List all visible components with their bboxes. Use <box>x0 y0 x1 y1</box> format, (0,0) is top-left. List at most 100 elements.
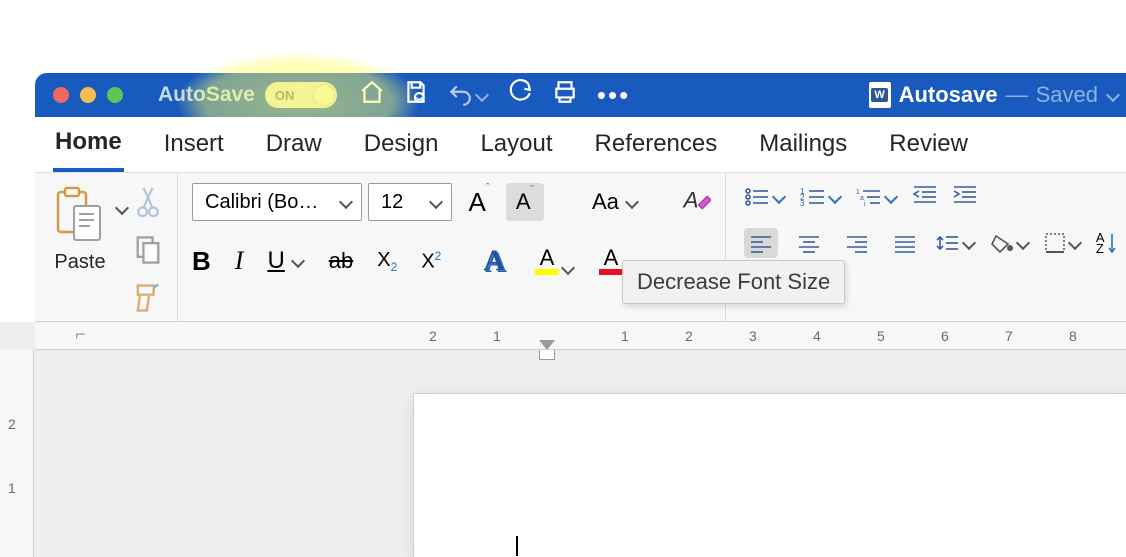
zoom-window[interactable] <box>107 87 123 103</box>
font-name-value: Calibri (Bo… <box>205 191 318 214</box>
tab-home[interactable]: Home <box>53 118 124 172</box>
ruler-tick: 8 <box>1069 328 1077 344</box>
strikethrough-button[interactable]: ab <box>329 248 353 274</box>
tab-selector-icon[interactable]: ⌐ <box>75 324 86 345</box>
paste-icon <box>49 183 111 247</box>
multilevel-chevron-icon[interactable] <box>884 190 898 204</box>
superscript-button[interactable]: X2 <box>421 249 441 274</box>
bullets-chevron-icon[interactable] <box>772 190 786 204</box>
line-spacing-chevron-icon[interactable] <box>962 236 976 250</box>
cut-icon[interactable] <box>135 185 161 224</box>
fontcolor-letter: A <box>604 247 619 269</box>
tab-review[interactable]: Review <box>887 120 970 170</box>
change-case-chevron-icon[interactable] <box>625 195 639 209</box>
italic-button[interactable]: I <box>235 246 244 276</box>
subscript-base: X <box>377 249 390 271</box>
increase-font-size-button[interactable]: Aˆ <box>460 183 498 221</box>
align-center-button[interactable] <box>792 228 826 258</box>
subscript-button[interactable]: X2 <box>377 249 397 274</box>
font-name-chevron-icon[interactable] <box>339 195 353 209</box>
undo-icon[interactable] <box>447 82 489 108</box>
minimize-window[interactable] <box>80 87 96 103</box>
left-indent-marker[interactable] <box>539 350 555 360</box>
title-chevron-icon[interactable] <box>1106 88 1120 102</box>
toggle-knob <box>314 85 334 105</box>
ruler-tick: 6 <box>941 328 949 344</box>
format-painter-icon[interactable] <box>133 281 163 320</box>
justify-button[interactable] <box>888 228 922 258</box>
tab-mailings[interactable]: Mailings <box>757 120 849 170</box>
print-icon[interactable] <box>551 79 579 111</box>
font-size-combo[interactable]: 12 <box>368 183 452 221</box>
autosave-toggle-state: ON <box>275 88 295 103</box>
redo-icon[interactable] <box>507 79 533 111</box>
tab-insert[interactable]: Insert <box>162 120 226 170</box>
font-size-chevron-icon[interactable] <box>429 195 443 209</box>
sort-label: A Z <box>1096 232 1105 254</box>
increase-indent-button[interactable] <box>952 183 978 210</box>
underline-chevron-icon[interactable] <box>291 254 305 268</box>
superscript-base: X <box>421 250 434 272</box>
borders-chevron-icon[interactable] <box>1068 236 1082 250</box>
multilevel-list-button[interactable]: 1ai <box>856 186 898 208</box>
autosave-control[interactable]: AutoSave ON <box>158 82 337 108</box>
change-case-label: Aa <box>592 189 619 215</box>
document-page[interactable] <box>414 394 1126 557</box>
ribbon: Paste Calibri (Bo… <box>35 172 1126 322</box>
underline-button[interactable]: U <box>267 247 304 275</box>
bullets-button[interactable] <box>744 186 786 208</box>
font-size-value: 12 <box>381 191 403 214</box>
tab-design[interactable]: Design <box>362 120 441 170</box>
ruler-tick: 5 <box>877 328 885 344</box>
ruler-tick: 1 <box>493 328 501 344</box>
ruler-tick: 2 <box>429 328 437 344</box>
text-effects-button[interactable]: A <box>483 244 505 278</box>
sort-button[interactable]: A Z <box>1096 232 1117 254</box>
close-window[interactable] <box>53 87 69 103</box>
vertical-ruler[interactable]: 2 1 <box>0 350 34 557</box>
clear-formatting-button[interactable]: A <box>681 185 711 220</box>
bold-button[interactable]: B <box>192 246 211 277</box>
save-icon[interactable] <box>403 79 429 111</box>
shading-chevron-icon[interactable] <box>1016 236 1030 250</box>
font-color-swatch <box>599 269 623 275</box>
tab-layout[interactable]: Layout <box>478 120 554 170</box>
line-spacing-button[interactable] <box>936 232 976 254</box>
title-bar: AutoSave ON ••• W Autosave — Saved <box>35 73 1126 117</box>
paste-button[interactable]: Paste <box>49 183 111 320</box>
shading-button[interactable] <box>990 232 1030 254</box>
ruler-tick: 3 <box>749 328 757 344</box>
window-controls <box>53 87 123 103</box>
tooltip-decrease-font-size: Decrease Font Size <box>622 260 845 304</box>
autosave-label: AutoSave <box>158 83 255 107</box>
horizontal-ruler[interactable]: ⌐ 2 1 1 2 3 4 5 6 7 8 9 <box>35 322 1126 350</box>
home-icon[interactable] <box>359 79 385 111</box>
numbering-button[interactable]: 123 <box>800 186 842 208</box>
undo-chevron-icon[interactable] <box>475 88 489 102</box>
highlight-color-button[interactable]: A <box>535 247 575 275</box>
increase-font-icon: Aˆ <box>468 187 489 218</box>
tab-draw[interactable]: Draw <box>264 120 324 170</box>
copy-icon[interactable] <box>134 234 162 271</box>
align-left-button[interactable] <box>744 228 778 258</box>
font-name-combo[interactable]: Calibri (Bo… <box>192 183 362 221</box>
decrease-font-size-button[interactable]: Aˇ <box>506 183 544 221</box>
quick-access-toolbar: ••• <box>359 79 630 111</box>
paste-chevron-icon[interactable] <box>117 203 127 213</box>
borders-button[interactable] <box>1044 232 1082 254</box>
superscript-sup: 2 <box>435 249 442 263</box>
word-app-icon: W <box>869 82 891 108</box>
highlight-color-swatch <box>535 269 559 275</box>
tab-references[interactable]: References <box>593 120 720 170</box>
highlight-chevron-icon[interactable] <box>561 261 575 275</box>
first-line-indent-marker[interactable] <box>539 340 555 350</box>
align-right-button[interactable] <box>840 228 874 258</box>
subscript-sub: 2 <box>391 260 398 274</box>
change-case-button[interactable]: Aa <box>592 189 639 215</box>
decrease-indent-button[interactable] <box>912 183 938 210</box>
document-title[interactable]: W Autosave — Saved <box>869 82 1120 108</box>
group-clipboard: Paste <box>35 173 178 321</box>
title-dash: — <box>1006 82 1028 108</box>
numbering-chevron-icon[interactable] <box>828 190 842 204</box>
autosave-toggle[interactable]: ON <box>265 82 337 108</box>
